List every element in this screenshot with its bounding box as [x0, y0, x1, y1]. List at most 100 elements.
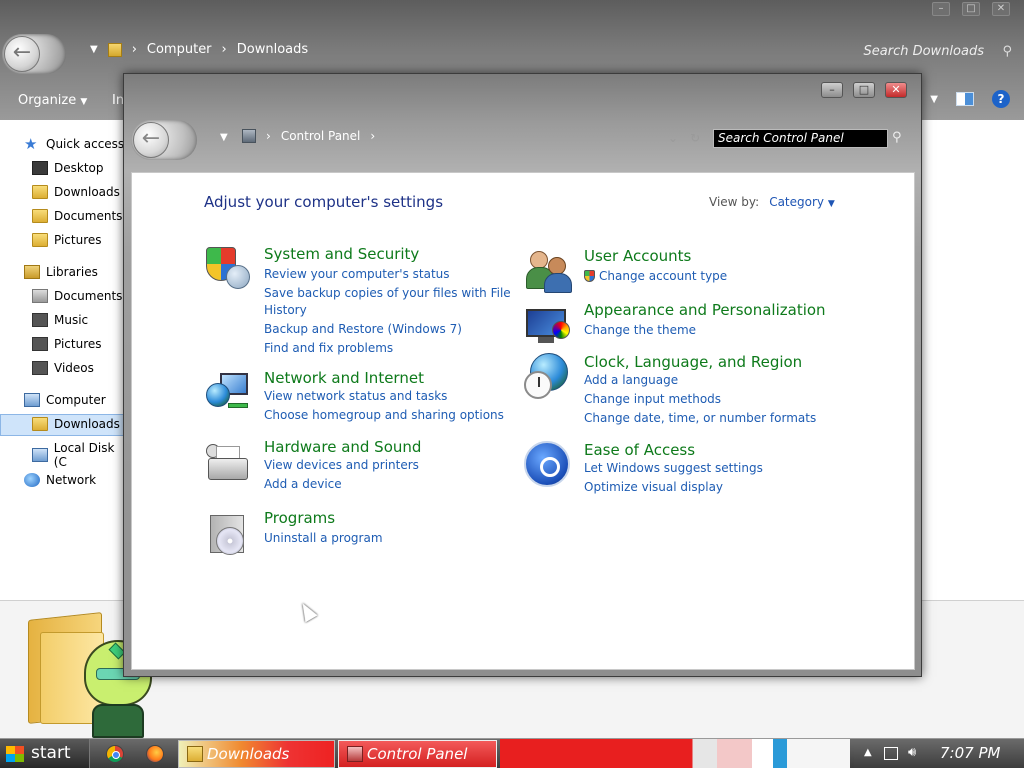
control-panel-window: – □ ✕ ← ▼ › Control Panel › ⌄ ↻ Search C… [123, 73, 922, 677]
maximize-button[interactable]: □ [853, 82, 875, 98]
appearance-icon[interactable] [524, 301, 572, 349]
nav-libraries[interactable]: Libraries [24, 265, 98, 279]
explorer-minimize-button[interactable]: – [932, 2, 950, 16]
network-internet-link[interactable]: Network and Internet [264, 369, 424, 387]
nav-computer[interactable]: Computer [24, 393, 106, 407]
search-icon[interactable]: ⚲ [892, 130, 902, 145]
user-accounts-link[interactable]: User Accounts [584, 247, 691, 265]
explorer-maximize-button[interactable]: □ [962, 2, 980, 16]
devices-printers-link[interactable]: View devices and printers [264, 458, 419, 472]
organize-button[interactable]: Organize ▼ [18, 93, 87, 108]
explorer-close-button[interactable]: ✕ [992, 2, 1010, 16]
add-device-link[interactable]: Add a device [264, 477, 342, 491]
printer-icon[interactable] [204, 438, 252, 486]
nav-pictures[interactable]: Pictures [32, 337, 102, 351]
ease-of-access-icon[interactable] [524, 441, 572, 489]
change-account-type-link[interactable]: Change account type [584, 269, 727, 283]
uninstall-program-link[interactable]: Uninstall a program [264, 531, 383, 545]
explorer-search-input[interactable]: Search Downloads [864, 44, 984, 59]
breadcrumb-control-panel[interactable]: Control Panel [281, 129, 361, 143]
network-icon[interactable] [204, 369, 252, 417]
address-controls: ⌄ ↻ [668, 131, 700, 145]
chevron-right-icon: › [131, 42, 137, 57]
chevron-down-icon[interactable]: ▼ [930, 94, 938, 105]
suggest-settings-link[interactable]: Let Windows suggest settings [584, 461, 763, 475]
programs-icon[interactable] [204, 509, 252, 557]
close-button[interactable]: ✕ [885, 82, 907, 98]
nav-documents[interactable]: Documents [32, 289, 122, 303]
nav-pictures-quick[interactable]: Pictures [32, 233, 102, 247]
shield-icon[interactable] [204, 245, 252, 293]
category-network-internet: Network and Internet View network status… [204, 369, 514, 429]
nav-network[interactable]: Network [24, 473, 96, 487]
nav-downloads-quick[interactable]: Downloads [32, 185, 120, 199]
refresh-icon[interactable]: ↻ [690, 131, 700, 145]
chevron-right-icon[interactable]: › [370, 129, 375, 143]
category-system-security: System and Security Review your computer… [204, 245, 514, 365]
nav-music[interactable]: Music [32, 313, 88, 327]
explorer-back-button[interactable]: ← [2, 34, 66, 74]
help-icon[interactable]: ? [992, 90, 1010, 108]
view-by: View by: Category ▼ [709, 195, 835, 209]
homegroup-link[interactable]: Choose homegroup and sharing options [264, 408, 504, 422]
programs-link[interactable]: Programs [264, 509, 335, 527]
pictures-icon [32, 337, 48, 351]
hardware-sound-link[interactable]: Hardware and Sound [264, 438, 421, 456]
folder-icon [32, 185, 48, 199]
taskbar-control-panel-button[interactable]: Control Panel [338, 740, 497, 768]
clock[interactable]: 7:07 PM [940, 744, 1000, 762]
explorer-breadcrumb[interactable]: ▼ › Computer › Downloads [90, 42, 308, 57]
firefox-icon[interactable] [146, 745, 164, 763]
network-status-link[interactable]: View network status and tasks [264, 389, 447, 403]
chrome-icon[interactable] [106, 745, 124, 763]
minimize-button[interactable]: – [821, 82, 843, 98]
back-button[interactable]: ← [131, 120, 197, 160]
file-history-link-cont[interactable]: History [264, 303, 307, 317]
address-bar[interactable]: › Control Panel › [242, 129, 375, 143]
nav-documents-quick[interactable]: Documents [32, 209, 122, 223]
ease-access-link[interactable]: Ease of Access [584, 441, 695, 459]
page-title: Adjust your computer's settings [204, 193, 444, 211]
preview-pane-icon[interactable] [956, 92, 974, 106]
backup-restore-link[interactable]: Backup and Restore (Windows 7) [264, 322, 462, 336]
start-button[interactable]: start [0, 739, 90, 768]
taskbar-downloads-button[interactable]: Downloads [178, 740, 335, 768]
add-language-link[interactable]: Add a language [584, 373, 678, 387]
users-icon[interactable] [524, 247, 572, 295]
dropdown-caret-icon[interactable]: ▼ [90, 44, 98, 55]
system-security-link[interactable]: System and Security [264, 245, 419, 263]
volume-icon[interactable]: 🔊︎ [908, 745, 916, 760]
nav-downloads[interactable]: Downloads [32, 417, 120, 431]
videos-icon [32, 361, 48, 375]
view-by-dropdown[interactable]: Category ▼ [769, 195, 835, 209]
chevron-down-icon[interactable]: ⌄ [668, 131, 678, 145]
search-control-panel-input[interactable]: Search Control Panel [713, 129, 888, 148]
optimize-display-link[interactable]: Optimize visual display [584, 480, 723, 494]
nav-quick-access[interactable]: ★ Quick access [24, 137, 124, 152]
clock-region-link[interactable]: Clock, Language, and Region [584, 353, 802, 371]
fix-problems-link[interactable]: Find and fix problems [264, 341, 393, 355]
review-status-link[interactable]: Review your computer's status [264, 267, 450, 281]
network-icon [24, 473, 40, 487]
input-methods-link[interactable]: Change input methods [584, 392, 721, 406]
appearance-link[interactable]: Appearance and Personalization [584, 301, 826, 319]
breadcrumb-downloads[interactable]: Downloads [237, 42, 308, 57]
folder-icon [107, 42, 122, 57]
network-tray-icon[interactable] [884, 747, 898, 760]
globe-clock-icon[interactable] [524, 353, 572, 401]
search-icon[interactable]: ⚲ [1002, 44, 1012, 59]
category-ease-access: Ease of Access Let Windows suggest setti… [524, 441, 844, 501]
nav-videos[interactable]: Videos [32, 361, 94, 375]
date-formats-link[interactable]: Change date, time, or number formats [584, 411, 816, 425]
folder-icon [32, 417, 48, 431]
category-hardware-sound: Hardware and Sound View devices and prin… [204, 438, 514, 498]
chevron-right-icon: › [266, 129, 271, 143]
recent-pages-dropdown[interactable]: ▼ [220, 132, 228, 143]
change-theme-link[interactable]: Change the theme [584, 323, 696, 337]
nav-local-disk[interactable]: Local Disk (C [32, 441, 130, 469]
breadcrumb-computer[interactable]: Computer [147, 42, 212, 57]
nav-desktop[interactable]: Desktop [32, 161, 104, 175]
show-hidden-icons-icon[interactable]: ▲ [864, 747, 872, 758]
file-history-link[interactable]: Save backup copies of your files with Fi… [264, 286, 511, 300]
library-icon [24, 265, 40, 279]
